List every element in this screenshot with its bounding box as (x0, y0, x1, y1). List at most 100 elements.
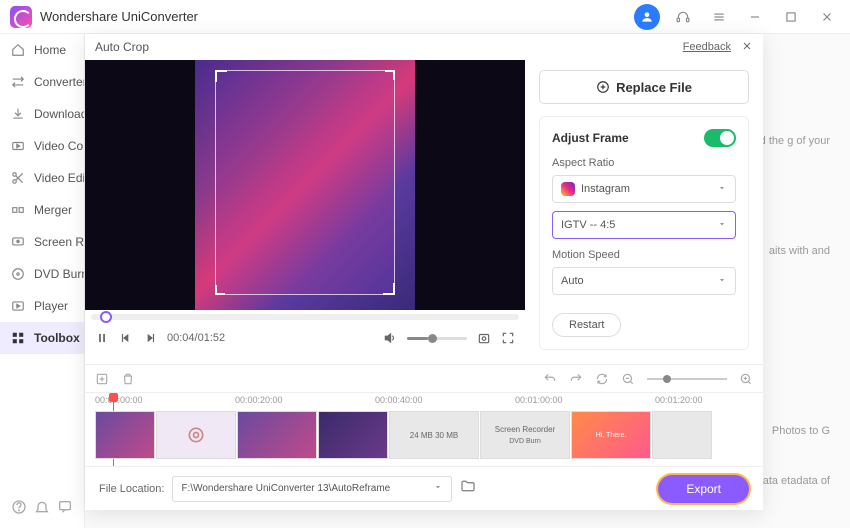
chevron-down-icon (717, 275, 727, 288)
chevron-down-icon (433, 482, 443, 495)
dialog-title: Auto Crop (95, 40, 149, 54)
headset-icon[interactable] (670, 4, 696, 30)
zoom-out-button[interactable] (621, 372, 635, 386)
next-frame-button[interactable] (143, 331, 157, 345)
merge-icon (10, 202, 26, 218)
ratio-value: IGTV -- 4:5 (561, 219, 615, 231)
sidebar-item-label: Downloader (34, 107, 84, 121)
bell-icon[interactable] (34, 499, 50, 520)
account-icon[interactable] (634, 4, 660, 30)
plus-circle-icon (596, 80, 610, 94)
refresh-button[interactable] (595, 372, 609, 386)
player-controls: 00:04/01:52 (85, 320, 525, 356)
app-title: Wondershare UniConverter (40, 9, 198, 24)
restart-button[interactable]: Restart (552, 313, 621, 337)
timeline-thumb[interactable] (95, 411, 155, 459)
timeline-thumb[interactable]: 24 MB 30 MB (389, 411, 479, 459)
prev-frame-button[interactable] (119, 331, 133, 345)
fullscreen-button[interactable] (501, 331, 515, 345)
sidebar-item-label: Player (34, 299, 68, 313)
file-location-select[interactable]: F:\Wondershare UniConverter 13\AutoRefra… (172, 476, 452, 502)
timeline-ruler: 00:00:00:00 00:00:20:00 00:00:40:00 00:0… (85, 393, 763, 411)
dialog-header: Auto Crop Feedback (85, 34, 763, 60)
record-icon (10, 234, 26, 250)
menu-icon[interactable] (706, 4, 732, 30)
download-icon (10, 106, 26, 122)
zoom-in-button[interactable] (739, 372, 753, 386)
platform-value: Instagram (581, 183, 630, 195)
sidebar-item-toolbox[interactable]: Toolbox (0, 322, 84, 354)
settings-panel: Replace File Adjust Frame Aspect Ratio I… (525, 60, 763, 364)
sidebar-item-merger[interactable]: Merger (0, 194, 84, 226)
sidebar-item-label: Merger (34, 203, 72, 217)
seek-bar[interactable] (91, 314, 519, 320)
sidebar-item-converter[interactable]: Converter (0, 66, 84, 98)
titlebar: Wondershare UniConverter (0, 0, 850, 34)
motion-speed-select[interactable]: Auto (552, 267, 736, 295)
sidebar-item-recorder[interactable]: Screen Recorder (0, 226, 84, 258)
timeline-tick: 00:00:20:00 (235, 395, 283, 405)
sidebar: Home Converter Downloader Video Compress… (0, 34, 85, 528)
timeline-toolbar (85, 364, 763, 392)
feedback-icon[interactable] (57, 499, 73, 520)
sidebar-item-editor[interactable]: Video Editor (0, 162, 84, 194)
volume-icon[interactable] (383, 331, 397, 345)
ratio-select[interactable]: IGTV -- 4:5 (552, 211, 736, 239)
bg-snippet: aits with and (769, 244, 830, 259)
sidebar-item-player[interactable]: Player (0, 290, 84, 322)
sidebar-item-label: Video Compressor (34, 139, 84, 153)
preview-area: 00:04/01:52 (85, 60, 525, 364)
timeline-tick: 00:00:00:00 (95, 395, 143, 405)
sidebar-item-label: Toolbox (34, 331, 80, 345)
help-icon[interactable] (11, 499, 27, 520)
sidebar-item-compressor[interactable]: Video Compressor (0, 130, 84, 162)
maximize-button[interactable] (778, 4, 804, 30)
home-icon (10, 42, 26, 58)
instagram-icon (561, 182, 575, 196)
timeline-thumbnails: 24 MB 30 MB Screen RecorderDVD Burn Hi, … (95, 411, 753, 459)
snapshot-button[interactable] (477, 331, 491, 345)
export-button[interactable]: Export (658, 475, 749, 503)
sidebar-item-label: Home (34, 43, 66, 57)
delete-clip-button[interactable] (121, 372, 135, 386)
sidebar-item-home[interactable]: Home (0, 34, 84, 66)
sidebar-item-label: Converter (34, 75, 84, 89)
platform-select[interactable]: Instagram (552, 175, 736, 203)
adjust-frame-toggle[interactable] (704, 129, 736, 147)
replace-file-button[interactable]: Replace File (539, 70, 749, 104)
bg-snippet: d the g of your (760, 134, 830, 149)
app-logo (10, 6, 32, 28)
auto-crop-dialog: Auto Crop Feedback 00:04/01:52 (85, 34, 763, 510)
volume-slider[interactable] (407, 337, 467, 340)
timeline-thumb[interactable] (652, 411, 712, 459)
undo-button[interactable] (543, 372, 557, 386)
bg-snippet: data etadata of (757, 474, 830, 489)
timeline-thumb[interactable] (156, 411, 236, 459)
dialog-close-button[interactable] (741, 40, 753, 55)
motion-speed-label: Motion Speed (552, 249, 736, 261)
close-button[interactable] (814, 4, 840, 30)
zoom-slider[interactable] (647, 378, 727, 380)
sidebar-item-downloader[interactable]: Downloader (0, 98, 84, 130)
add-clip-button[interactable] (95, 372, 109, 386)
redo-button[interactable] (569, 372, 583, 386)
timeline[interactable]: 00:00:00:00 00:00:20:00 00:00:40:00 00:0… (85, 392, 763, 466)
compress-icon (10, 138, 26, 154)
timeline-thumb[interactable] (318, 411, 388, 459)
timeline-thumb[interactable] (237, 411, 317, 459)
crop-frame[interactable] (215, 70, 395, 295)
scissors-icon (10, 170, 26, 186)
open-folder-button[interactable] (460, 478, 476, 499)
feedback-link[interactable]: Feedback (683, 41, 731, 53)
replace-file-label: Replace File (616, 80, 692, 95)
chevron-down-icon (717, 183, 727, 196)
video-canvas[interactable] (85, 60, 525, 310)
minimize-button[interactable] (742, 4, 768, 30)
dvd-icon (10, 266, 26, 282)
motion-speed-value: Auto (561, 275, 584, 287)
sidebar-item-dvd[interactable]: DVD Burner (0, 258, 84, 290)
timeline-thumb[interactable]: Screen RecorderDVD Burn (480, 411, 570, 459)
pause-button[interactable] (95, 331, 109, 345)
timeline-thumb[interactable]: Hi, There. (571, 411, 651, 459)
adjust-frame-label: Adjust Frame (552, 131, 629, 145)
